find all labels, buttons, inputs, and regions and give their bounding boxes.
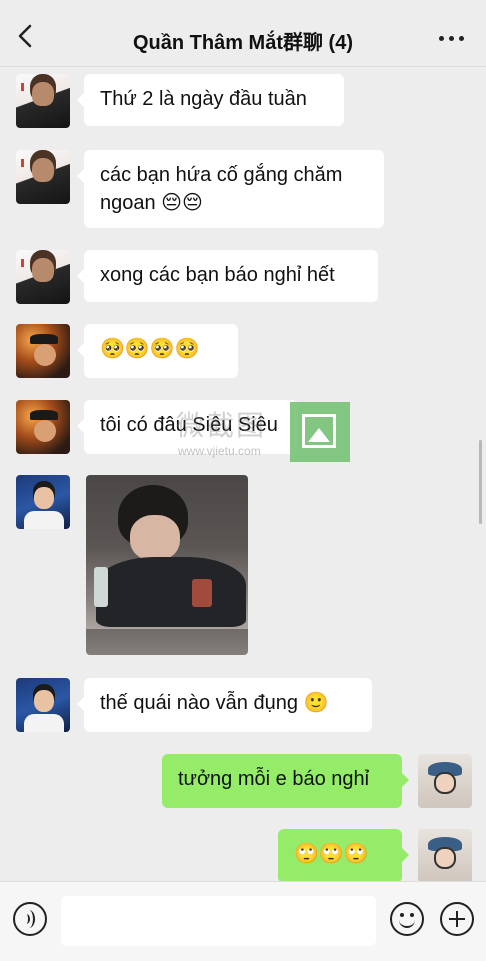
plus-icon[interactable] (440, 902, 474, 936)
chat-photo[interactable] (86, 475, 248, 655)
image-icon (290, 402, 350, 462)
message-input[interactable] (61, 896, 376, 946)
message-bubble[interactable]: Thứ 2 là ngày đầu tuần (77, 74, 344, 126)
composer-bar (0, 881, 486, 961)
more-dots-icon[interactable] (439, 36, 464, 41)
message-bubble[interactable]: thế quái nào vẫn đụng 🙂 (77, 678, 372, 732)
avatar[interactable] (16, 250, 70, 304)
chat-title: Quần Thâm Mắt群聊 (4) (132, 32, 353, 54)
chevron-left-icon[interactable] (16, 24, 36, 48)
avatar-own[interactable] (418, 754, 472, 808)
avatar[interactable] (16, 400, 70, 454)
avatar[interactable] (16, 475, 70, 529)
message-bubble-own[interactable]: tưởng mỗi e báo nghỉ (162, 754, 409, 808)
scrollbar[interactable] (479, 440, 482, 524)
avatar-own[interactable] (418, 829, 472, 883)
chat-header: Quần Thâm Mắt群聊 (4) (0, 0, 486, 67)
avatar[interactable] (16, 678, 70, 732)
message-bubble[interactable]: xong các bạn báo nghỉ hết (77, 250, 378, 302)
avatar[interactable] (16, 324, 70, 378)
message-bubble-own[interactable]: 🙄🙄🙄 (278, 829, 409, 883)
message-bubble[interactable]: các bạn hứa cố gắng chăm ngoan 😔😔 (77, 150, 384, 228)
emoji-icon[interactable] (390, 902, 424, 936)
message-bubble[interactable]: tôi có đâu Siêu Siêu (77, 400, 298, 454)
avatar[interactable] (16, 74, 70, 128)
avatar[interactable] (16, 150, 70, 204)
message-bubble[interactable]: 🥺🥺🥺🥺 (77, 324, 238, 378)
voice-icon[interactable] (13, 902, 47, 936)
